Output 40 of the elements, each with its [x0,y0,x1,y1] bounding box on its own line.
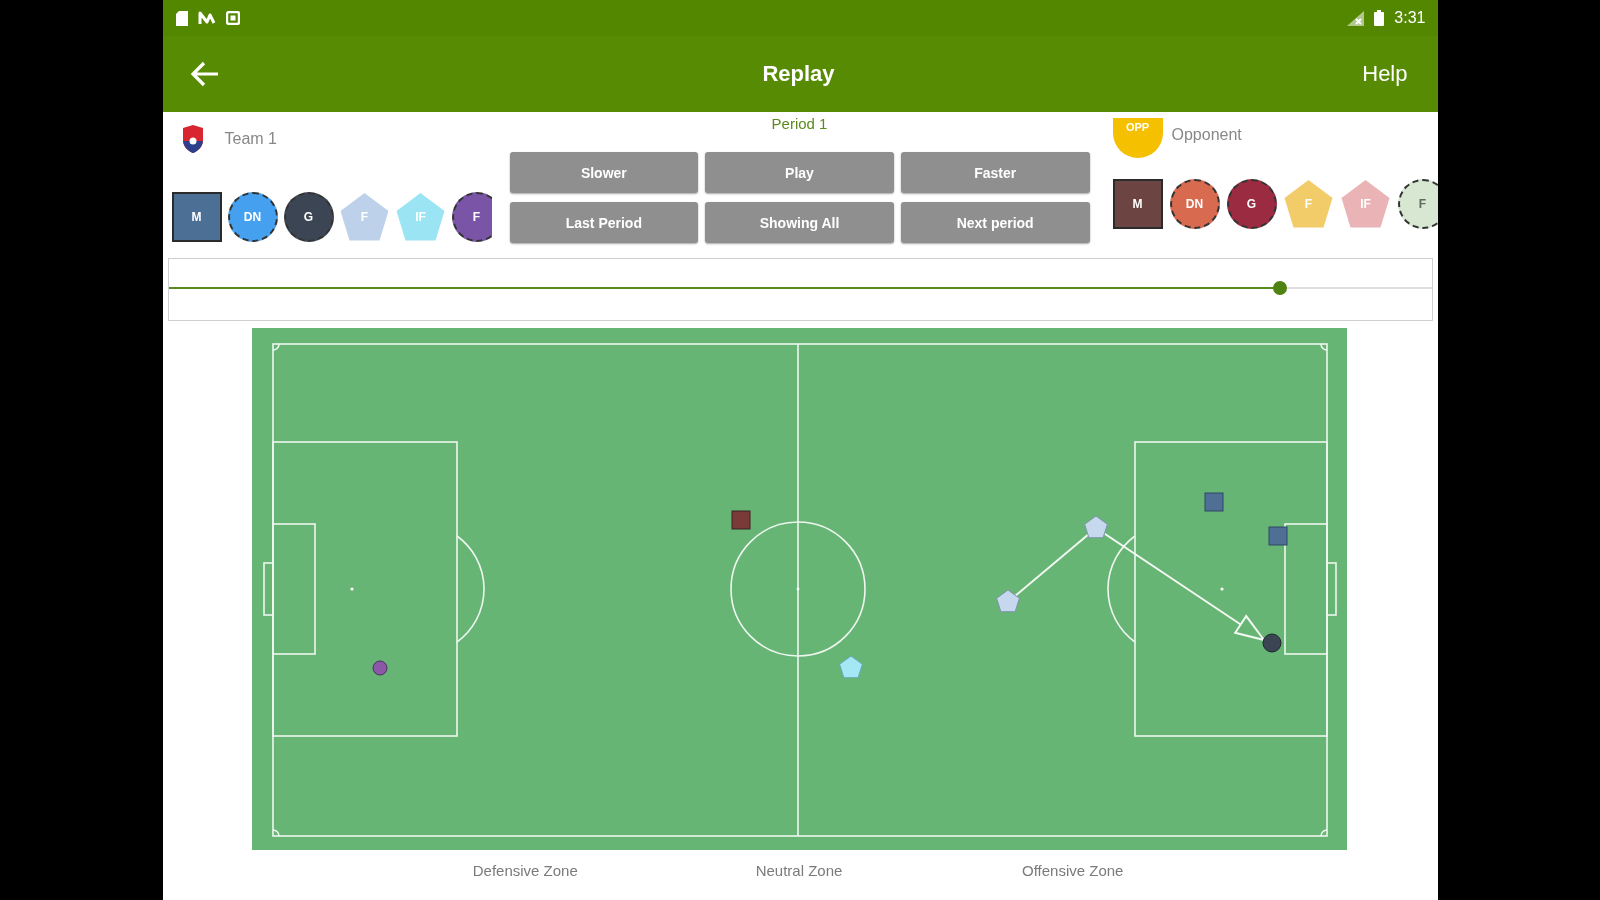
zone-label: Defensive Zone [471,862,579,879]
clock-time: 3:31 [1394,9,1426,27]
pentagon-marker-icon[interactable] [995,589,1020,613]
shield-icon [180,125,205,153]
slider-thumb[interactable] [1272,280,1287,295]
zone-label: Neutral Zone [754,862,844,879]
circle-marker-icon[interactable] [1262,633,1281,653]
playback-button[interactable]: Last Period [509,202,699,243]
playback-button[interactable]: Slower [509,152,699,193]
square-marker-icon[interactable] [1204,492,1223,512]
square-marker-icon[interactable] [1268,526,1287,546]
team-name: Team 1 [224,130,277,148]
team-badge: OPP [1112,118,1163,158]
screen-title: Replay [762,61,835,87]
player-token[interactable]: IF [1340,179,1391,229]
help-button[interactable]: Help [1362,59,1408,89]
signal-icon [1347,10,1365,26]
player-token[interactable]: G [283,192,334,242]
player-token[interactable]: DN [227,192,278,242]
player-token[interactable]: F [451,192,492,242]
battery-icon [1374,10,1385,26]
team-name: Opponent [1171,126,1242,144]
player-token[interactable]: M [171,192,222,242]
notification-icon [197,11,216,25]
player-token[interactable]: M [1112,179,1163,229]
playback-button[interactable]: Showing All [705,202,894,243]
zone-label: Offensive Zone [1021,862,1125,879]
square-marker-icon[interactable] [731,510,750,530]
player-token[interactable]: F [1397,179,1438,229]
player-token[interactable]: DN [1169,179,1220,229]
playback-button[interactable]: Play [705,152,894,193]
sd-card-icon [175,10,188,26]
playback-button[interactable]: Next period [900,202,1090,243]
player-token[interactable]: G [1226,179,1277,229]
pentagon-marker-icon[interactable] [838,655,863,679]
back-arrow-icon[interactable] [189,61,220,87]
period-label: Period 1 [771,115,828,133]
playback-button[interactable]: Faster [900,152,1090,193]
pentagon-marker-icon[interactable] [1083,515,1108,539]
circle-marker-icon[interactable] [372,660,387,676]
